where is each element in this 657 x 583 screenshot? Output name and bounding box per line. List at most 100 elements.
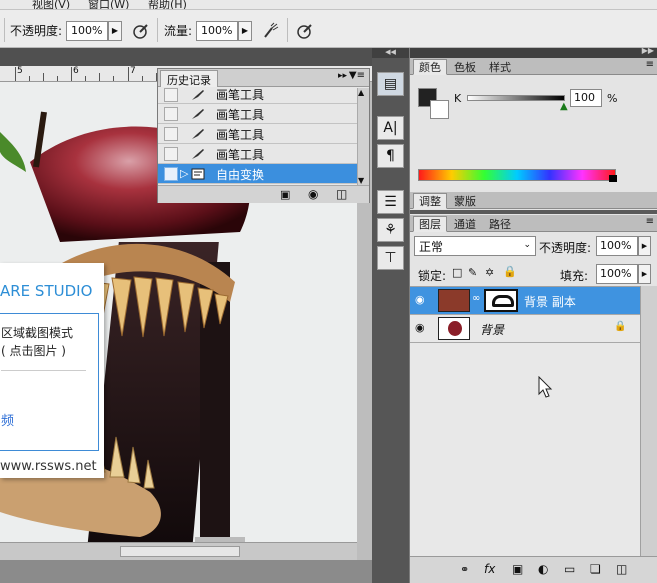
- eye-icon[interactable]: ◉: [415, 321, 425, 334]
- opacity-dropdown-button[interactable]: ▶: [108, 21, 122, 41]
- history-state-arrow-icon: ▷: [180, 167, 189, 180]
- brush-icon: [192, 149, 204, 159]
- tab-styles[interactable]: 样式: [483, 59, 517, 75]
- tab-layers[interactable]: 图层: [413, 216, 447, 232]
- opacity-input[interactable]: 100%: [66, 21, 108, 41]
- link-layers-icon[interactable]: ⚭: [460, 563, 469, 576]
- scrollbar-thumb[interactable]: [120, 546, 240, 557]
- blend-mode-select[interactable]: 正常 ⌄: [414, 236, 536, 256]
- brush-icon: [192, 109, 204, 119]
- panel-menu-icon[interactable]: ≡: [646, 216, 654, 227]
- dialog-url[interactable]: www.rssws.net: [0, 459, 97, 474]
- transform-icon: [191, 168, 205, 180]
- airbrush-icon[interactable]: [262, 22, 280, 40]
- dialog-box: 区域截图模式 ( 点击图片 ) 频: [0, 313, 99, 451]
- history-checkbox[interactable]: [164, 88, 178, 102]
- tab-adjustments[interactable]: 调整: [413, 193, 447, 209]
- horizontal-scrollbar[interactable]: [0, 542, 357, 560]
- history-checkbox[interactable]: [164, 147, 178, 161]
- eye-icon[interactable]: ◉: [415, 293, 425, 306]
- new-document-from-state-icon[interactable]: ▣: [280, 188, 290, 201]
- tab-history[interactable]: 历史记录: [160, 70, 218, 87]
- collapse-icon[interactable]: ▸▸: [338, 71, 347, 81]
- tool-presets-dock-button[interactable]: ⊤: [377, 246, 404, 270]
- tab-channels[interactable]: 通道: [448, 216, 482, 232]
- history-row-selected[interactable]: ▷ 自由变换: [158, 164, 357, 184]
- pressure-opacity-icon[interactable]: [132, 22, 150, 40]
- flow-label: 流量:: [164, 24, 193, 38]
- add-mask-icon[interactable]: ▣: [512, 562, 523, 576]
- expand-icon[interactable]: ◀◀: [372, 48, 409, 58]
- layer-mask-thumbnail[interactable]: [484, 289, 518, 312]
- history-row[interactable]: 画笔工具: [158, 144, 357, 164]
- adjustment-layer-icon[interactable]: ◐: [538, 562, 548, 576]
- lock-image-icon[interactable]: ✎: [468, 266, 477, 279]
- history-row-label: 画笔工具: [216, 108, 265, 122]
- tab-swatches[interactable]: 色板: [448, 59, 482, 75]
- adjustments-panel-header: 调整 蒙版: [410, 192, 657, 209]
- scroll-up-icon[interactable]: ▲: [358, 88, 364, 97]
- pressure-size-icon[interactable]: [296, 22, 314, 40]
- panel-menu-icon[interactable]: ▼≡: [349, 70, 365, 81]
- tab-color[interactable]: 颜色: [413, 59, 447, 75]
- history-checkbox[interactable]: [164, 167, 178, 181]
- brush-presets-dock-button[interactable]: ☰: [377, 190, 404, 214]
- panel-menu-icon[interactable]: ≡: [646, 59, 654, 70]
- unit-label: %: [607, 92, 618, 105]
- layer-opacity-label: 不透明度:: [539, 241, 592, 255]
- mouse-cursor-icon: [538, 376, 553, 398]
- fill-arrow-button[interactable]: ▶: [638, 264, 651, 284]
- trash-icon[interactable]: ◫: [616, 562, 627, 576]
- history-panel-header: 历史记录 ▸▸ ▼≡: [158, 69, 369, 87]
- ruler-label: 7: [130, 66, 136, 76]
- menu-view[interactable]: 视图(V): [32, 0, 70, 9]
- slider-handle-icon[interactable]: ▲: [560, 101, 568, 112]
- history-row[interactable]: 画笔工具: [158, 86, 357, 104]
- trash-icon[interactable]: ◫: [336, 187, 347, 201]
- clone-source-dock-button[interactable]: ⚘: [377, 218, 404, 242]
- history-row-label: 画笔工具: [216, 88, 265, 102]
- k-slider-track[interactable]: [467, 95, 565, 101]
- paragraph-dock-button[interactable]: ¶: [377, 144, 404, 168]
- tab-masks[interactable]: 蒙版: [448, 193, 482, 209]
- history-row[interactable]: 画笔工具: [158, 104, 357, 124]
- layer-opacity-input[interactable]: 100%: [596, 236, 638, 256]
- new-layer-icon[interactable]: ❏: [590, 562, 601, 576]
- history-panel-footer: ▣ ◉ ◫: [158, 185, 369, 203]
- link-icon[interactable]: ∞: [472, 293, 480, 304]
- fill-input[interactable]: 100%: [596, 264, 638, 284]
- snapshot-camera-icon[interactable]: ◉: [308, 187, 318, 201]
- fx-icon[interactable]: fx: [484, 562, 495, 576]
- lock-position-icon[interactable]: ✡: [485, 266, 494, 279]
- layer-row-background-copy[interactable]: ◉ ∞ 背景 副本: [410, 287, 640, 315]
- layers-scrollbar[interactable]: [640, 286, 657, 556]
- scroll-down-icon[interactable]: ▼: [358, 176, 364, 185]
- flow-input[interactable]: 100%: [196, 21, 238, 41]
- history-checkbox[interactable]: [164, 107, 178, 121]
- group-folder-icon[interactable]: ▭: [564, 562, 575, 576]
- k-value-input[interactable]: 100: [570, 89, 602, 107]
- flow-dropdown-button[interactable]: ▶: [238, 21, 252, 41]
- tab-paths[interactable]: 路径: [483, 216, 517, 232]
- history-dock-button[interactable]: ▤: [377, 72, 404, 96]
- layers-list: ◉ ∞ 背景 副本 ◉ 背景 🔒: [410, 286, 640, 556]
- brush-icon: [192, 129, 204, 139]
- collapse-icon[interactable]: ▶▶: [642, 46, 654, 55]
- lock-transparent-icon[interactable]: □: [452, 266, 462, 279]
- dialog-video-link[interactable]: 频: [1, 410, 14, 429]
- history-row-label: 画笔工具: [216, 128, 265, 142]
- history-checkbox[interactable]: [164, 127, 178, 141]
- history-row[interactable]: 画笔工具: [158, 124, 357, 144]
- lock-all-icon[interactable]: 🔒: [503, 265, 517, 278]
- menu-help[interactable]: 帮助(H): [148, 0, 187, 9]
- layer-row-background[interactable]: ◉ 背景 🔒: [410, 315, 640, 343]
- layers-footer: ⚭ fx ▣ ◐ ▭ ❏ ◫: [410, 556, 657, 583]
- menu-window[interactable]: 窗口(W): [88, 0, 129, 9]
- color-ramp-black[interactable]: [609, 175, 617, 182]
- color-ramp[interactable]: [418, 169, 616, 181]
- separator: [157, 18, 158, 42]
- character-dock-button[interactable]: A|: [377, 116, 404, 140]
- opacity-arrow-button[interactable]: ▶: [638, 236, 651, 256]
- history-scrollbar[interactable]: ▲ ▼: [357, 88, 369, 185]
- background-color-swatch[interactable]: [430, 100, 449, 119]
